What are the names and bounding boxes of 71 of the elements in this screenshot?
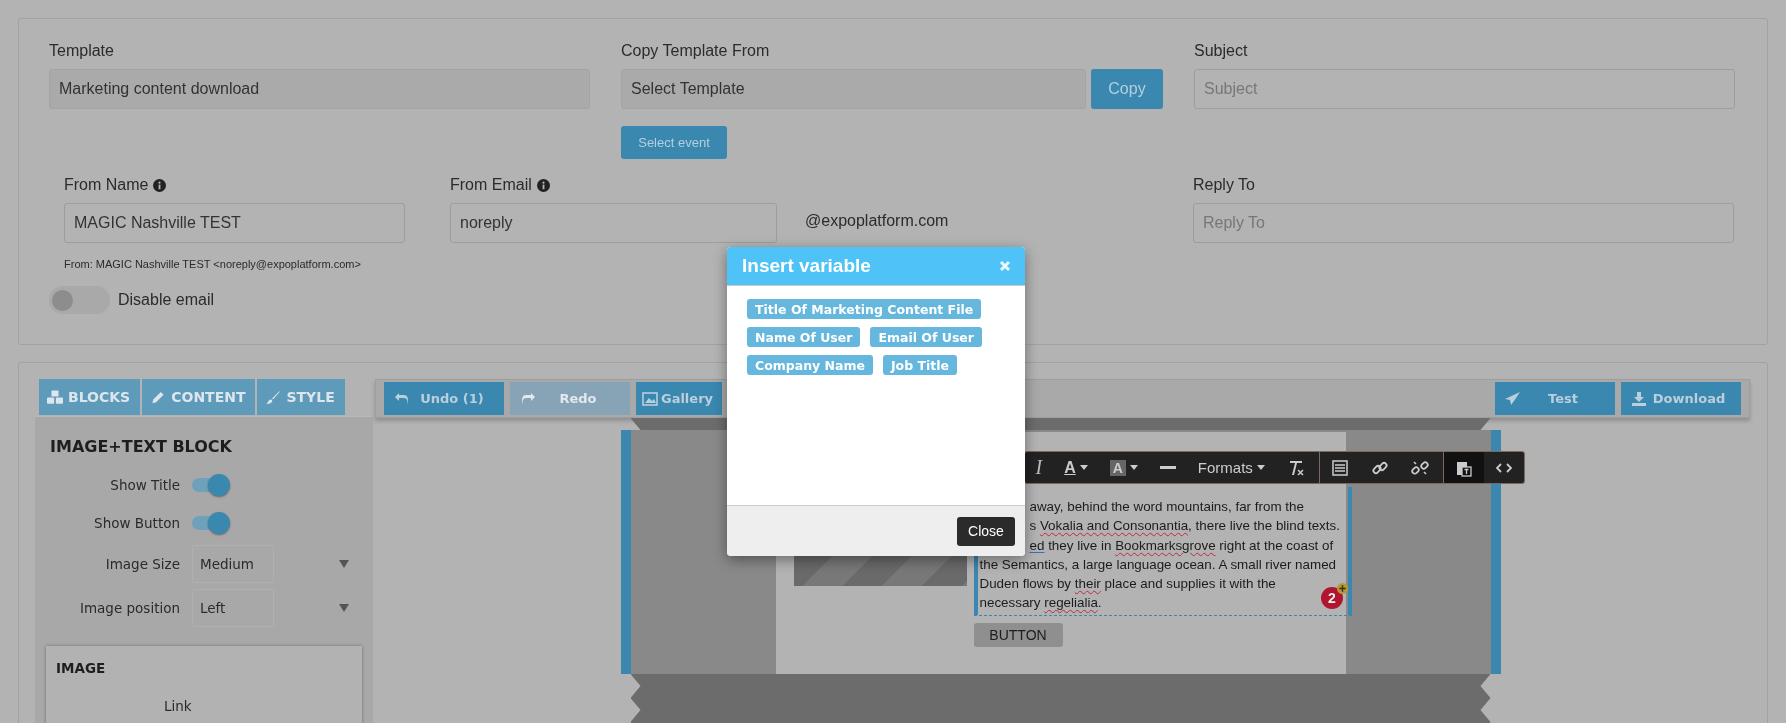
from-hint: From: MAGIC Nashville TEST <noreply@expoplatform.com> xyxy=(64,258,362,270)
text-line: necessary regelialia. xyxy=(979,594,1102,613)
variable-tag[interactable]: Company Name xyxy=(747,355,873,375)
field-label: Link xyxy=(164,698,193,714)
variable-tag[interactable]: Title Of Marketing Content File xyxy=(747,299,982,319)
from-email-field[interactable]: noreply xyxy=(450,203,777,243)
template-icon xyxy=(1330,458,1349,477)
text-color-button[interactable]: A xyxy=(1053,452,1099,483)
email-button[interactable]: BUTTON xyxy=(973,622,1063,647)
paper-plane-icon xyxy=(1505,391,1521,406)
setting-label: Image position xyxy=(78,600,180,616)
select-field[interactable]: Left xyxy=(192,589,274,627)
gallery-button[interactable]: Gallery xyxy=(636,382,722,415)
variable-tag[interactable]: Job Title xyxy=(882,355,958,375)
reply-to-field[interactable]: Reply To xyxy=(1193,203,1734,243)
copy-button[interactable]: Copy xyxy=(1091,69,1163,109)
field-label: Copy Template From xyxy=(621,41,770,61)
cubes-icon xyxy=(47,389,63,405)
background-color-button[interactable]: A xyxy=(1098,452,1149,483)
text-line: s Vokalia and Consonantia, there live the blind texts. xyxy=(1029,517,1340,536)
select-field[interactable]: Medium xyxy=(192,545,274,583)
template-select[interactable]: Select Template xyxy=(621,69,1086,109)
plus-icon[interactable] xyxy=(1336,582,1348,594)
block-title: IMAGE+TEXT BLOCK xyxy=(50,437,233,456)
italic-button[interactable]: I xyxy=(1024,452,1054,483)
field-label: Reply To xyxy=(1193,175,1256,195)
field-label: Template xyxy=(49,41,114,61)
text-line: the Semantics, a large language ocean. A small river named xyxy=(979,555,1337,574)
field-label: From Name xyxy=(64,175,149,195)
setting-label: Show Title xyxy=(109,477,180,493)
setting-label: Show Button xyxy=(93,515,180,531)
text-line: away, behind the word mountains, far from the xyxy=(1029,498,1304,516)
subject-field[interactable]: Subject xyxy=(1194,69,1735,109)
info-icon[interactable] xyxy=(536,178,550,192)
toggle-label: Disable email xyxy=(118,291,215,309)
brush-icon xyxy=(265,389,282,405)
email-domain: @expoplatform.com xyxy=(805,212,949,231)
broken-link-icon xyxy=(1410,458,1429,477)
setting-label: Image Size xyxy=(104,556,180,572)
caret-icon xyxy=(1129,465,1138,470)
download-icon xyxy=(1631,391,1647,406)
blocks-tab[interactable]: BLOCKS xyxy=(39,379,141,415)
dialog-title: Insert variable xyxy=(742,255,871,277)
field-label: From Email xyxy=(450,175,532,195)
test-button[interactable]: Test xyxy=(1495,382,1615,415)
undo-button[interactable]: Undo (1) xyxy=(384,382,504,415)
caret-icon xyxy=(1079,465,1088,470)
content-tab[interactable]: CONTENT xyxy=(142,379,256,415)
style-tab[interactable]: STYLE xyxy=(257,379,345,415)
image-icon xyxy=(642,391,658,406)
variable-tag[interactable]: Name Of User xyxy=(747,327,861,347)
caret-icon xyxy=(1256,465,1265,470)
from-name-field[interactable]: MAGIC Nashville TEST xyxy=(64,203,405,243)
section-title: IMAGE xyxy=(56,660,107,676)
download-button[interactable]: Download xyxy=(1621,382,1741,415)
variable-tag[interactable]: Email Of User xyxy=(870,327,982,347)
caret-icon[interactable] xyxy=(339,604,349,612)
text-line: Duden flows by their place and supplies it with the xyxy=(979,575,1276,594)
text-line: ed they live in Bookmarksgrove right at the coast of xyxy=(1029,536,1334,555)
redo-icon xyxy=(520,391,536,406)
undo-icon xyxy=(394,391,410,406)
field-label: Subject xyxy=(1194,41,1248,61)
template-field[interactable]: Marketing content download xyxy=(49,69,590,109)
close-button[interactable]: Close xyxy=(957,516,1015,546)
paste-text-button[interactable] xyxy=(1442,452,1484,483)
select-event-button[interactable]: Select event xyxy=(621,126,727,159)
disable-email-toggle[interactable] xyxy=(49,286,110,314)
caret-icon[interactable] xyxy=(339,560,349,568)
info-icon[interactable] xyxy=(153,178,167,192)
counter-badge: 2 xyxy=(1320,586,1343,609)
formats-menu[interactable]: Formats xyxy=(1186,452,1276,483)
